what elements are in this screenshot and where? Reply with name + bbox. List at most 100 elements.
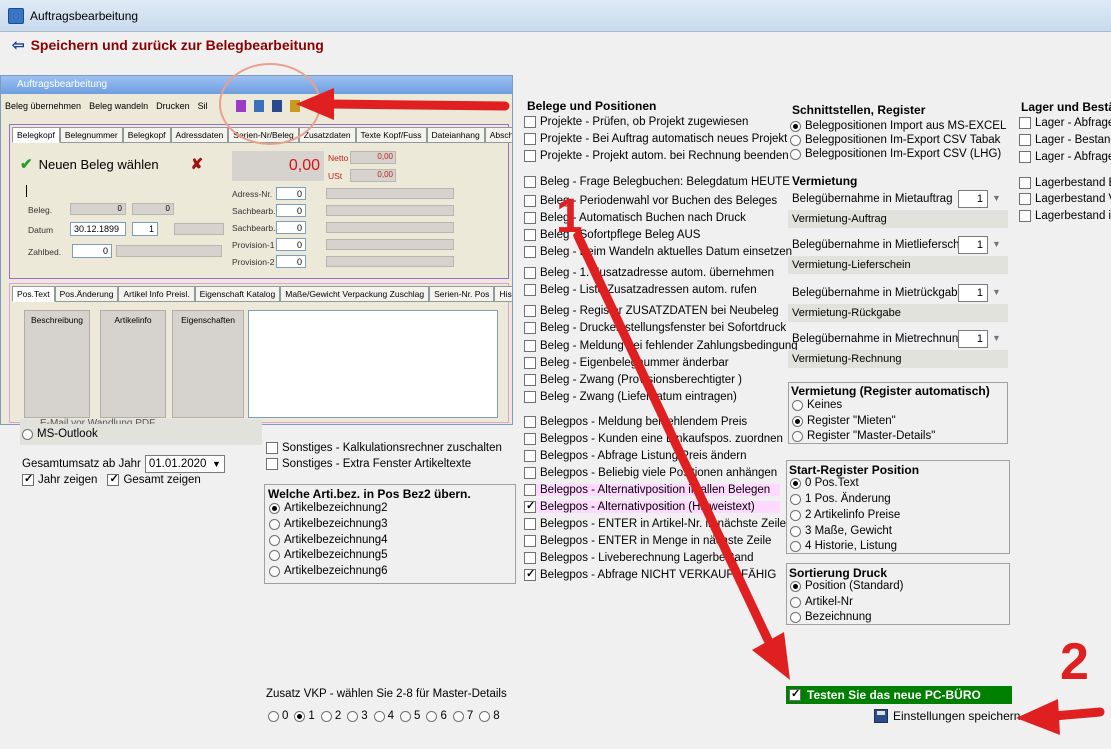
vkp-radio[interactable] <box>294 710 306 722</box>
sonstiges-kalkulation[interactable]: Sonstiges - Kalkulationsrechner zuschalt… <box>266 442 502 454</box>
vermietung-auto-radio[interactable] <box>792 399 803 411</box>
vermietung-auto-option[interactable]: Keines <box>792 399 842 411</box>
vkp-radio[interactable] <box>268 710 279 722</box>
lager-checkbox[interactable] <box>1019 193 1031 205</box>
sonstiges-artikeltexte-checkbox[interactable] <box>266 458 278 470</box>
belege-item[interactable]: Beleg - Zwang (Provisionsberechtigter ) <box>524 374 742 386</box>
belege-checkbox[interactable] <box>524 450 536 462</box>
belege-item[interactable]: Belegpos - Liveberechnung Lagerbestand <box>524 552 754 564</box>
belege-checkbox[interactable] <box>524 535 536 547</box>
belege-item[interactable]: Beleg - Periodenwahl vor Buchen des Bele… <box>524 195 777 207</box>
belege-checkbox[interactable] <box>524 433 536 445</box>
start-register-radio[interactable] <box>790 493 801 505</box>
lager-checkbox[interactable] <box>1019 151 1031 163</box>
chevron-down-icon[interactable]: ▼ <box>992 193 1001 203</box>
vermietung-spinner[interactable]: 1 <box>958 330 988 348</box>
lager-item[interactable]: Lagerbestand V <box>1019 193 1111 205</box>
artbez-radio[interactable] <box>269 549 280 561</box>
outlook-radio[interactable] <box>22 428 33 440</box>
vkp-radio[interactable] <box>452 710 464 722</box>
lager-checkbox[interactable] <box>1019 134 1031 146</box>
start-register-radio[interactable] <box>790 477 801 489</box>
save-settings-button[interactable]: Einstellungen speichern <box>874 709 1020 723</box>
sortierung-option[interactable]: Position (Standard) <box>790 580 903 592</box>
belege-checkbox[interactable] <box>524 340 536 352</box>
belege-item[interactable]: Beleg - Eigenbelegnummer änderbar <box>524 357 729 369</box>
lager-item[interactable]: Lager - Abfrage <box>1019 117 1111 129</box>
belege-checkbox[interactable] <box>524 374 536 386</box>
sonstiges-artikeltexte[interactable]: Sonstiges - Extra Fenster Artikeltexte <box>266 458 471 470</box>
pc-buero-toggle[interactable]: Testen Sie das neue PC-BÜRO <box>786 686 1012 704</box>
start-register-radio[interactable] <box>790 525 801 537</box>
belege-item[interactable]: Belegpos - Abfrage NICHT VERKAUFSFÄHIG <box>524 567 776 581</box>
belege-checkbox[interactable] <box>524 284 536 296</box>
belege-checkbox[interactable] <box>524 484 536 496</box>
sortierung-option[interactable]: Bezeichnung <box>790 611 872 623</box>
vkp-radio[interactable] <box>320 710 332 722</box>
start-register-option[interactable]: 3 Maße, Gewicht <box>790 525 892 537</box>
vermietung-auto-option[interactable]: Register "Mieten" <box>792 415 896 427</box>
belege-checkbox[interactable] <box>524 267 536 279</box>
artbez-radio[interactable] <box>269 534 280 546</box>
start-register-option[interactable]: 1 Pos. Änderung <box>790 493 891 505</box>
belege-checkbox[interactable] <box>524 499 536 513</box>
belege-checkbox[interactable] <box>524 416 536 428</box>
belege-checkbox[interactable] <box>524 229 536 241</box>
chevron-down-icon[interactable]: ▼ <box>992 239 1001 249</box>
belege-item[interactable]: Belegpos - Alternativposition in allen B… <box>524 484 780 496</box>
belege-checkbox[interactable] <box>524 322 536 334</box>
belege-item[interactable]: Belegpos - Beliebig viele Positionen anh… <box>524 467 777 479</box>
schnittstellen-option[interactable]: Belegpositionen Im-Export CSV Tabak <box>790 134 1000 146</box>
artbez-option[interactable]: Artikelbezeichnung3 <box>269 518 388 530</box>
belege-item[interactable]: Beleg - 1. Zusatzadresse autom. übernehm… <box>524 267 774 279</box>
schnittstellen-radio[interactable] <box>790 148 801 160</box>
belege-item[interactable]: Belegpos - ENTER in Artikel-Nr. in nächs… <box>524 518 786 530</box>
artbez-radio[interactable] <box>269 565 280 577</box>
vkp-radio[interactable] <box>373 710 385 722</box>
belege-item[interactable]: Belegpos - Meldung bei fehlendem Preis <box>524 416 747 428</box>
umsatz-date-field[interactable]: 01.01.2020 ▼ <box>144 455 225 473</box>
jahr-zeigen[interactable]: Jahr zeigen Gesamt zeigen <box>22 472 201 486</box>
start-register-option[interactable]: 4 Historie, Listung <box>790 540 897 552</box>
belege-item[interactable]: Belegpos - ENTER in Menge in nächste Zei… <box>524 535 771 547</box>
belege-checkbox[interactable] <box>524 567 536 581</box>
lager-item[interactable]: Lager - Abfrage <box>1019 151 1111 163</box>
chevron-down-icon[interactable]: ▼ <box>992 287 1001 297</box>
vkp-radio[interactable] <box>426 710 438 722</box>
belege-checkbox[interactable] <box>524 391 536 403</box>
vermietung-auto-radio[interactable] <box>792 415 803 427</box>
belege-item[interactable]: Projekte - Bei Auftrag automatisch neues… <box>524 133 787 145</box>
lager-checkbox[interactable] <box>1019 210 1031 222</box>
lager-item[interactable]: Lagerbestand in <box>1019 210 1111 222</box>
save-and-back-link[interactable]: ⇦ Speichern und zurück zur Belegbearbeit… <box>12 36 324 54</box>
belege-checkbox[interactable] <box>524 305 536 317</box>
gesamt-zeigen-checkbox[interactable] <box>107 472 120 486</box>
vermietung-spinner[interactable]: 1 <box>958 284 988 302</box>
belege-item[interactable]: Belegpos - Kunden eine Einkaufspos. zuor… <box>524 433 783 445</box>
lager-item[interactable]: Lagerbestand B <box>1019 177 1111 189</box>
artbez-option[interactable]: Artikelbezeichnung5 <box>269 549 388 561</box>
belege-checkbox[interactable] <box>524 518 536 530</box>
chevron-down-icon[interactable]: ▼ <box>212 459 224 469</box>
artbez-radio[interactable] <box>269 518 280 530</box>
belege-checkbox[interactable] <box>524 467 536 479</box>
sortierung-radio[interactable] <box>790 580 801 592</box>
artbez-option[interactable]: Artikelbezeichnung4 <box>269 534 388 546</box>
belege-checkbox[interactable] <box>524 357 536 369</box>
belege-item[interactable]: Beleg - Beim Wandeln aktuelles Datum ein… <box>524 246 792 258</box>
jahr-zeigen-checkbox[interactable] <box>22 472 34 486</box>
belege-item[interactable]: Beleg - Automatisch Buchen nach Druck <box>524 212 746 224</box>
start-register-radio[interactable] <box>790 509 801 521</box>
belege-item[interactable]: Beleg - Frage Belegbuchen: Belegdatum HE… <box>524 176 790 188</box>
belege-checkbox[interactable] <box>524 246 536 258</box>
belege-checkbox[interactable] <box>524 116 536 128</box>
artbez-option[interactable]: Artikelbezeichnung6 <box>269 565 388 577</box>
belege-item[interactable]: Beleg - Zwang (Lieferdatum eintragen) <box>524 391 737 403</box>
vermietung-auto-radio[interactable] <box>792 430 803 442</box>
vkp-radio[interactable] <box>400 710 412 722</box>
belege-checkbox[interactable] <box>524 212 536 224</box>
sonstiges-kalkulation-checkbox[interactable] <box>266 442 278 454</box>
belege-checkbox[interactable] <box>524 176 536 188</box>
belege-item[interactable]: Projekte - Prüfen, ob Projekt zugewiesen <box>524 116 748 128</box>
belege-checkbox[interactable] <box>524 133 536 145</box>
